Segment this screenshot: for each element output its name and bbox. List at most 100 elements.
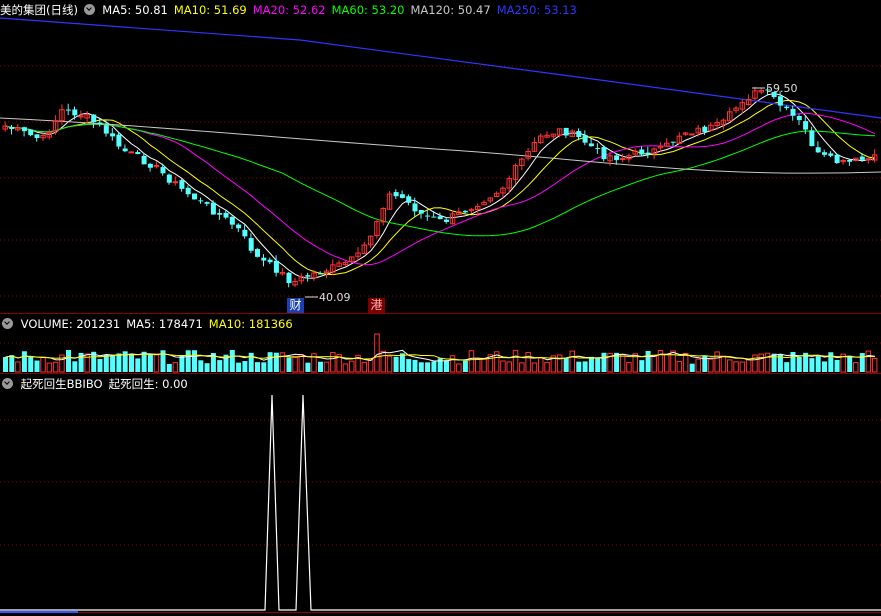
- candle-body: [66, 109, 71, 111]
- volume-bar: [828, 352, 834, 372]
- volume-bar: [116, 353, 122, 372]
- volume-bar: [40, 356, 46, 373]
- volume-bar: [21, 351, 27, 372]
- candle-body: [859, 156, 865, 160]
- candle-body: [645, 152, 651, 155]
- volume-bar: [242, 361, 248, 372]
- volume-bar: [298, 354, 305, 373]
- volume-bar: [512, 349, 519, 373]
- volume-bar: [367, 359, 374, 373]
- volume-bar: [393, 356, 399, 372]
- volume-bar: [853, 362, 859, 373]
- candle-body: [166, 174, 172, 183]
- candle-body: [689, 133, 695, 136]
- volume-bar: [871, 357, 878, 373]
- moving-average-lines: [0, 17, 881, 279]
- volume-bar: [639, 360, 645, 372]
- volume-bar: [172, 362, 179, 373]
- candle-body: [122, 148, 128, 152]
- candle-body: [97, 122, 103, 125]
- volume-bar: [198, 360, 204, 372]
- volume-bar: [52, 361, 59, 373]
- volume-bar: [305, 362, 311, 372]
- volume-bar: [745, 359, 752, 373]
- volume-bar: [556, 354, 563, 373]
- volume-bar: [399, 353, 405, 372]
- candle-body: [399, 194, 405, 198]
- candle-body: [619, 158, 626, 161]
- volume-bar: [569, 350, 575, 373]
- candle-body: [72, 109, 78, 116]
- volume-bar: [468, 350, 475, 373]
- volume-bar: [544, 361, 550, 373]
- candle-body: [318, 273, 323, 275]
- volume-bar: [531, 362, 538, 373]
- candle-body: [28, 129, 34, 136]
- candle-body: [34, 134, 40, 138]
- candle-body: [141, 155, 147, 165]
- volume-bar: [34, 360, 40, 372]
- volume-bar: [475, 358, 481, 373]
- volume-bar: [582, 361, 588, 372]
- candle-body: [828, 153, 834, 156]
- candle-body: [639, 149, 645, 155]
- volume-bar: [784, 362, 790, 372]
- volume-bar: [720, 355, 727, 373]
- volume-bar: [3, 356, 8, 372]
- volume-bar: [286, 357, 292, 372]
- volume-bar: [595, 358, 601, 372]
- candle-body: [702, 126, 708, 133]
- volume-bar: [255, 362, 260, 372]
- volume-bar: [153, 353, 160, 373]
- volume-bar: [645, 350, 651, 372]
- volume-bar: [267, 352, 273, 372]
- volume-bar: [733, 361, 739, 373]
- volume-bar: [626, 362, 632, 373]
- volume-bar: [248, 352, 254, 372]
- candle-body: [110, 133, 116, 137]
- candle-body: [261, 257, 267, 261]
- volume-bar: [695, 358, 701, 373]
- candlesticks: [2, 86, 878, 288]
- volume-bar: [97, 359, 103, 372]
- volume-bar: [462, 360, 468, 372]
- candle-body: [242, 229, 248, 237]
- candle-body: [91, 114, 97, 123]
- volume-bar: [682, 352, 689, 373]
- volume-bar: [380, 350, 386, 373]
- volume-bar: [601, 352, 607, 372]
- volume-bar: [847, 356, 853, 372]
- candle-body: [803, 121, 809, 130]
- candle-body: [809, 130, 815, 147]
- volume-bar: [425, 362, 431, 372]
- scroll-indicator: [0, 611, 78, 613]
- volume-bar: [727, 359, 733, 373]
- kline-chart[interactable]: 59.50 40.09: [0, 0, 881, 616]
- bbibo-indicator-line: [0, 394, 881, 611]
- volume-bar: [147, 353, 153, 372]
- volume-bar: [865, 350, 872, 373]
- volume-bar: [809, 358, 815, 372]
- candle-body: [21, 127, 27, 132]
- volume-bar: [456, 363, 462, 373]
- candle-body: [796, 116, 802, 121]
- candle-body: [576, 131, 582, 138]
- volume-bar: [72, 361, 78, 372]
- volume-bar: [229, 350, 235, 372]
- candle-body: [185, 187, 191, 195]
- volume-bar: [689, 363, 695, 372]
- volume-bar: [481, 357, 487, 373]
- volume-bar: [135, 358, 141, 372]
- volume-bar: [619, 353, 626, 373]
- hk-connect-marker: 港: [368, 298, 385, 313]
- ma120-line: [0, 117, 881, 174]
- grid-lines: [0, 65, 881, 546]
- candle-body: [204, 202, 210, 204]
- volume-bar: [739, 361, 746, 373]
- candle-body: [210, 202, 216, 215]
- volume-bar: [342, 363, 349, 373]
- volume-bar: [28, 356, 34, 372]
- volume-bar: [449, 355, 456, 373]
- candle-body: [777, 96, 783, 106]
- candle-body: [563, 127, 569, 136]
